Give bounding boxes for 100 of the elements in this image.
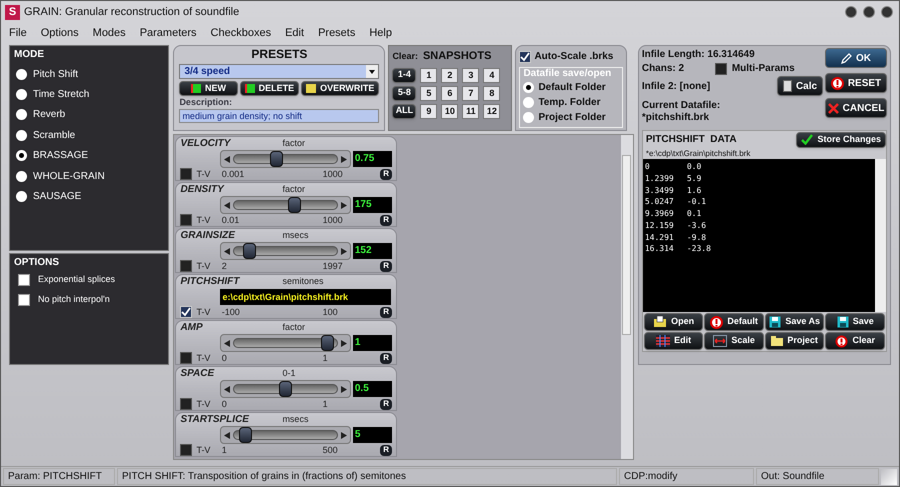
left-arrow-icon[interactable] bbox=[224, 340, 230, 346]
checkbox[interactable] bbox=[18, 274, 30, 286]
ok-button[interactable]: OK bbox=[825, 48, 887, 68]
file-path-field[interactable]: e:\cdp\txt\Grain\pitchshift.brk bbox=[220, 289, 392, 305]
radio-button[interactable] bbox=[16, 130, 27, 141]
value-field[interactable]: 0.5 bbox=[352, 381, 392, 397]
slider-track[interactable] bbox=[233, 384, 338, 394]
scrollbar[interactable] bbox=[875, 159, 886, 312]
autoscale-label[interactable]: Auto-Scale .brks bbox=[534, 49, 614, 64]
menu-item[interactable]: File bbox=[9, 24, 27, 42]
preset-button[interactable]: NEW bbox=[179, 81, 238, 96]
value-field[interactable]: 152 bbox=[352, 243, 392, 259]
snapshot-button[interactable]: 12 bbox=[483, 104, 500, 118]
radio-button[interactable] bbox=[16, 89, 27, 100]
snapshot-button[interactable]: 5 bbox=[420, 86, 438, 100]
snapshot-button[interactable]: 1 bbox=[420, 68, 438, 82]
slider-track[interactable] bbox=[233, 430, 338, 440]
radio-button[interactable] bbox=[523, 112, 534, 123]
snapshot-button[interactable]: 4 bbox=[483, 68, 500, 82]
reset-button[interactable]: R bbox=[380, 306, 392, 318]
file-button[interactable]: Scale bbox=[704, 332, 764, 350]
option-label[interactable]: No pitch interpol'n bbox=[38, 293, 110, 307]
snapshot-button[interactable]: 8 bbox=[483, 86, 500, 100]
right-arrow-icon[interactable] bbox=[340, 156, 347, 162]
radio-button[interactable] bbox=[16, 68, 27, 80]
radio-button[interactable] bbox=[523, 97, 534, 108]
right-arrow-icon[interactable] bbox=[340, 432, 347, 438]
scrollbar[interactable] bbox=[620, 135, 633, 459]
minimize-icon[interactable] bbox=[845, 6, 857, 18]
file-button[interactable]: Open bbox=[644, 313, 704, 331]
file-button[interactable]: Default bbox=[704, 313, 764, 331]
value-field[interactable]: 5 bbox=[352, 427, 392, 443]
checkbox[interactable] bbox=[180, 444, 192, 456]
description-field[interactable]: medium grain density; no shift bbox=[179, 109, 380, 123]
clear-snapshots-button[interactable]: ALL bbox=[392, 104, 416, 118]
preset-button[interactable]: OVERWRITE bbox=[301, 81, 380, 96]
radio-button[interactable] bbox=[16, 109, 27, 120]
mode-option[interactable]: Reverb bbox=[33, 107, 66, 122]
slider-thumb[interactable] bbox=[238, 427, 252, 443]
menu-item[interactable]: Checkboxes bbox=[210, 24, 272, 42]
right-arrow-icon[interactable] bbox=[340, 248, 347, 254]
slider-track[interactable] bbox=[233, 154, 338, 164]
snapshot-button[interactable]: 6 bbox=[441, 86, 458, 100]
slider-track[interactable] bbox=[233, 200, 338, 210]
slider-track[interactable] bbox=[233, 246, 338, 256]
mode-option[interactable]: Time Stretch bbox=[33, 87, 90, 102]
right-arrow-icon[interactable] bbox=[340, 202, 347, 208]
left-arrow-icon[interactable] bbox=[224, 432, 230, 438]
mode-option[interactable]: BRASSAGE bbox=[33, 148, 88, 164]
slider-track[interactable] bbox=[233, 338, 338, 348]
checkbox[interactable] bbox=[714, 62, 727, 74]
menu-item[interactable]: Edit bbox=[285, 24, 304, 42]
right-arrow-icon[interactable] bbox=[340, 340, 347, 346]
reset-button[interactable]: R bbox=[380, 398, 392, 410]
reset-button[interactable]: R bbox=[380, 352, 392, 364]
menu-item[interactable]: Help bbox=[369, 24, 392, 42]
folder-option[interactable]: Project Folder bbox=[538, 110, 606, 125]
right-arrow-icon[interactable] bbox=[340, 386, 347, 392]
reset-button[interactable]: R bbox=[380, 214, 392, 226]
radio-button[interactable] bbox=[16, 170, 27, 182]
store-changes-button[interactable]: Store Changes bbox=[796, 132, 886, 148]
folder-option[interactable]: Temp. Folder bbox=[538, 95, 600, 110]
preset-dropdown[interactable]: 3/4 speed bbox=[179, 64, 380, 79]
mode-option[interactable]: Pitch Shift bbox=[33, 66, 78, 82]
slider-thumb[interactable] bbox=[279, 381, 292, 397]
cancel-button[interactable]: CANCEL bbox=[825, 98, 887, 118]
reset-button[interactable]: R bbox=[380, 260, 392, 272]
value-field[interactable]: 0.75 bbox=[352, 151, 392, 167]
checkbox[interactable] bbox=[180, 168, 192, 180]
left-arrow-icon[interactable] bbox=[224, 202, 230, 208]
file-button[interactable]: Edit bbox=[644, 332, 704, 350]
left-arrow-icon[interactable] bbox=[224, 248, 230, 254]
slider-thumb[interactable] bbox=[288, 197, 302, 213]
clear-snapshots-button[interactable]: 5-8 bbox=[392, 86, 416, 100]
menu-item[interactable]: Options bbox=[40, 24, 79, 42]
file-button[interactable]: Project bbox=[764, 332, 824, 350]
reset-button[interactable]: R bbox=[380, 444, 392, 456]
option-label[interactable]: Exponential splices bbox=[38, 273, 116, 287]
preset-button[interactable]: DELETE bbox=[240, 81, 300, 96]
checkbox[interactable] bbox=[180, 214, 192, 226]
reset-button[interactable]: RESET bbox=[825, 73, 887, 93]
value-field[interactable]: 175 bbox=[352, 197, 392, 213]
checkbox[interactable] bbox=[180, 398, 192, 410]
clear-snapshots-button[interactable]: 1-4 bbox=[392, 68, 416, 82]
snapshot-button[interactable]: 10 bbox=[441, 104, 458, 118]
close-icon[interactable] bbox=[881, 6, 893, 18]
checkbox[interactable] bbox=[180, 260, 192, 272]
calc-button[interactable]: Calc bbox=[777, 76, 823, 96]
multi-params-label[interactable]: Multi-Params bbox=[732, 61, 795, 76]
snapshot-button[interactable]: 9 bbox=[420, 104, 438, 118]
menu-item[interactable]: Presets bbox=[318, 24, 356, 42]
radio-button[interactable] bbox=[523, 82, 534, 93]
left-arrow-icon[interactable] bbox=[224, 156, 230, 162]
snapshot-button[interactable]: 2 bbox=[441, 68, 458, 82]
file-button[interactable]: Save bbox=[825, 313, 885, 331]
left-arrow-icon[interactable] bbox=[224, 386, 230, 392]
slider-thumb[interactable] bbox=[243, 243, 256, 259]
slider-thumb[interactable] bbox=[321, 335, 334, 351]
file-button[interactable]: Clear bbox=[825, 332, 885, 350]
reset-button[interactable]: R bbox=[380, 168, 392, 180]
